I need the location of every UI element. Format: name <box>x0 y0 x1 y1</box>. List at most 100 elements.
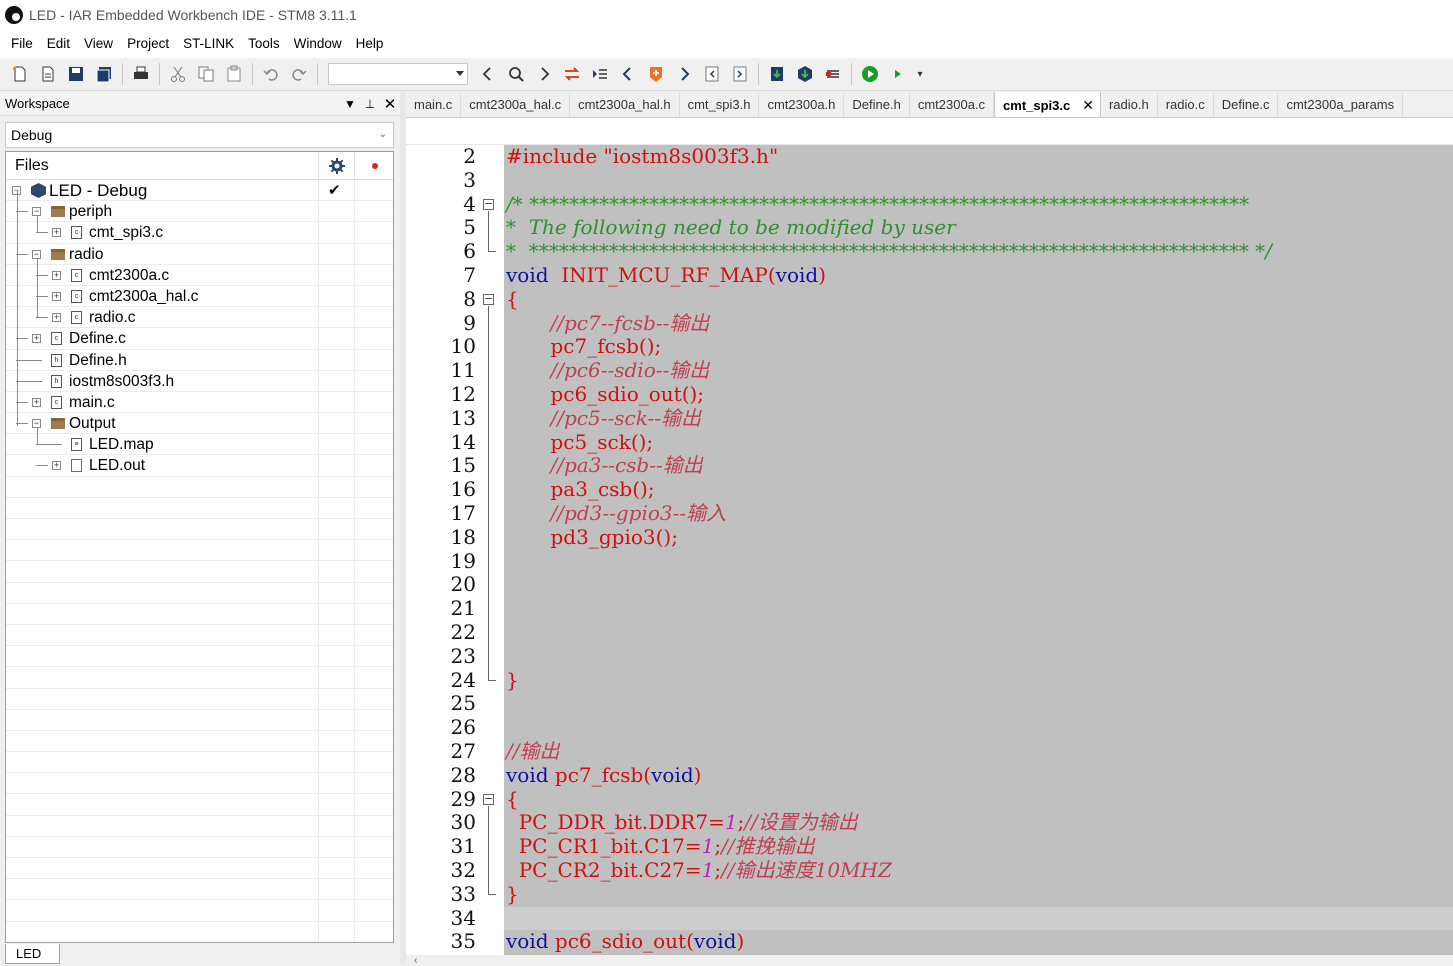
menu-project[interactable]: Project <box>120 30 176 58</box>
tab-radio-h[interactable]: radio.h <box>1101 93 1158 117</box>
menu-window[interactable]: Window <box>287 30 349 58</box>
code-line[interactable]: 21 <box>406 596 1453 621</box>
code-line[interactable]: 32 PC_CR2_bit.C27=1;//输出速度10MHZ <box>406 858 1453 883</box>
gear-icon[interactable] <box>318 152 354 180</box>
dropdown-icon[interactable]: ▼ <box>340 97 360 111</box>
tab-cmt-spi3-h[interactable]: cmt_spi3.h <box>680 93 760 117</box>
code-line[interactable]: 12 pc6_sdio_out(); <box>406 382 1453 407</box>
tab-cmt2300a-hal-c[interactable]: cmt2300a_hal.c <box>461 93 571 117</box>
expand-icon[interactable]: + <box>52 461 61 471</box>
code-line[interactable]: 19 <box>406 549 1453 574</box>
horizontal-scrollbar[interactable]: ‹ <box>406 955 1453 966</box>
download-and-debug-icon[interactable] <box>859 63 881 85</box>
fold-toggle-icon[interactable]: − <box>483 293 494 305</box>
code-line[interactable]: 2 #include "iostm8s003f3.h" <box>406 145 1453 169</box>
find-previous-icon[interactable] <box>477 63 499 85</box>
tree-item-led-map[interactable]: ≡ LED.map <box>6 434 393 456</box>
code-line[interactable]: 33} <box>406 882 1453 907</box>
collapse-icon[interactable]: − <box>32 207 41 217</box>
tab-define-h[interactable]: Define.h <box>844 93 910 117</box>
tab-cmt2300a-hal-h[interactable]: cmt2300a_hal.h <box>570 93 680 117</box>
code-line[interactable]: 15 //pa3--csb--输出 <box>406 453 1453 478</box>
code-line[interactable]: 8{ <box>406 287 1453 312</box>
copy-icon[interactable] <box>195 63 217 85</box>
new-file-icon[interactable] <box>9 63 31 85</box>
tab-main-c[interactable]: main.c <box>406 93 462 117</box>
find-icon[interactable] <box>505 63 527 85</box>
fold-toggle-icon[interactable]: − <box>483 198 494 210</box>
expand-icon[interactable]: + <box>32 334 41 344</box>
menu-view[interactable]: View <box>77 30 120 58</box>
code-line[interactable]: 7 void INIT_MCU_RF_MAP(void) <box>406 263 1453 288</box>
previous-bookmark-icon[interactable] <box>701 63 723 85</box>
pin-icon[interactable]: ⊥ <box>360 97 380 111</box>
close-tab-icon[interactable]: ✕ <box>1082 97 1094 113</box>
menu-edit[interactable]: Edit <box>40 30 77 58</box>
expand-icon[interactable]: + <box>52 291 61 301</box>
paste-icon[interactable] <box>223 63 245 85</box>
code-line[interactable]: 10 pc7_fcsb(); <box>406 334 1453 359</box>
debug-without-download-icon[interactable] <box>887 63 909 85</box>
code-line[interactable]: 6 * *************************************… <box>406 239 1453 264</box>
bookmark-icon[interactable] <box>645 63 667 85</box>
code-line[interactable]: 16 pa3_csb(); <box>406 477 1453 502</box>
tree-item-periph[interactable]: − periph <box>6 201 393 223</box>
code-line[interactable]: 31 PC_CR1_bit.C17=1;//推挽输出 <box>406 834 1453 859</box>
expand-icon[interactable]: + <box>52 270 61 280</box>
close-icon[interactable]: ✕ <box>380 95 400 113</box>
code-editor[interactable]: 2 #include "iostm8s003f3.h" 3 4 /* *********… <box>406 145 1453 955</box>
tab-cmt2300a-h[interactable]: cmt2300a.h <box>759 93 845 117</box>
replace-icon[interactable] <box>561 63 583 85</box>
goto-icon[interactable] <box>589 63 611 85</box>
make-icon[interactable] <box>794 63 816 85</box>
tab-radio-c[interactable]: radio.c <box>1158 93 1214 117</box>
code-line[interactable]: 29 { <box>406 787 1453 812</box>
save-all-icon[interactable] <box>93 63 115 85</box>
code-line[interactable]: 22 <box>406 620 1453 645</box>
tree-item-iostm8s003f3-h[interactable]: h iostm8s003f3.h <box>6 370 393 392</box>
find-combo[interactable] <box>328 63 468 85</box>
tab-cmt2300a-c[interactable]: cmt2300a.c <box>910 93 995 117</box>
workspace-tab-led[interactable]: LED <box>5 944 60 964</box>
toolbar-options-icon[interactable]: ▾ <box>915 63 925 85</box>
code-line[interactable]: 34 <box>406 906 1453 931</box>
save-icon[interactable] <box>65 63 87 85</box>
code-line[interactable]: 13 //pc5--sck--输出 <box>406 406 1453 431</box>
print-icon[interactable] <box>130 63 152 85</box>
code-line[interactable]: 28 void pc7_fcsb(void) <box>406 763 1453 788</box>
tree-item-cmt2300a-hal-c[interactable]: + c cmt2300a_hal.c <box>6 285 393 308</box>
code-line[interactable]: 9 //pc7--fcsb--输出 <box>406 311 1453 336</box>
code-line[interactable]: 3 <box>406 168 1453 193</box>
code-line[interactable]: 20 <box>406 573 1453 597</box>
code-line[interactable]: 17 //pd3--gpio3--输入 <box>406 501 1453 526</box>
tree-item-led-out[interactable]: + LED.out <box>6 455 393 477</box>
menu-file[interactable]: File <box>4 30 40 58</box>
tree-item-main-c[interactable]: + c main.c <box>6 391 393 414</box>
code-line[interactable]: 27 //输出 <box>406 739 1453 764</box>
find-next-icon[interactable] <box>533 63 555 85</box>
configuration-select[interactable]: Debug ⌄ <box>5 122 394 148</box>
navigate-forward-icon[interactable] <box>673 63 695 85</box>
tree-item-output[interactable]: − Output <box>6 413 393 435</box>
compile-icon[interactable] <box>766 63 788 85</box>
tree-item-define-h[interactable]: h Define.h <box>6 349 393 371</box>
code-line[interactable]: 4 /* ************************************… <box>406 192 1453 217</box>
stop-build-icon[interactable] <box>822 63 844 85</box>
tree-item-cmt2300a-c[interactable]: + c cmt2300a.c <box>6 264 393 286</box>
code-line[interactable]: 18 pd3_gpio3(); <box>406 525 1453 550</box>
tab-cmt2300a-params[interactable]: cmt2300a_params <box>1278 93 1404 117</box>
next-bookmark-icon[interactable] <box>729 63 751 85</box>
code-line[interactable]: 26 <box>406 715 1453 740</box>
tree-item-cmt-spi3-c[interactable]: + c cmt_spi3.c <box>6 222 393 244</box>
undo-icon[interactable] <box>260 63 282 85</box>
code-line[interactable]: 14 pc5_sck(); <box>406 430 1453 455</box>
cut-icon[interactable] <box>167 63 189 85</box>
code-line[interactable]: 23 <box>406 644 1453 669</box>
menu-tools[interactable]: Tools <box>241 30 287 58</box>
collapse-icon[interactable]: − <box>32 419 41 429</box>
expand-icon[interactable]: + <box>32 397 41 407</box>
code-line[interactable]: 11 //pc6--sdio--输出 <box>406 358 1453 383</box>
tree-item-radio-c[interactable]: + c radio.c <box>6 307 393 329</box>
code-line[interactable]: 25 <box>406 692 1453 716</box>
tree-item-radio[interactable]: − radio <box>6 243 393 265</box>
